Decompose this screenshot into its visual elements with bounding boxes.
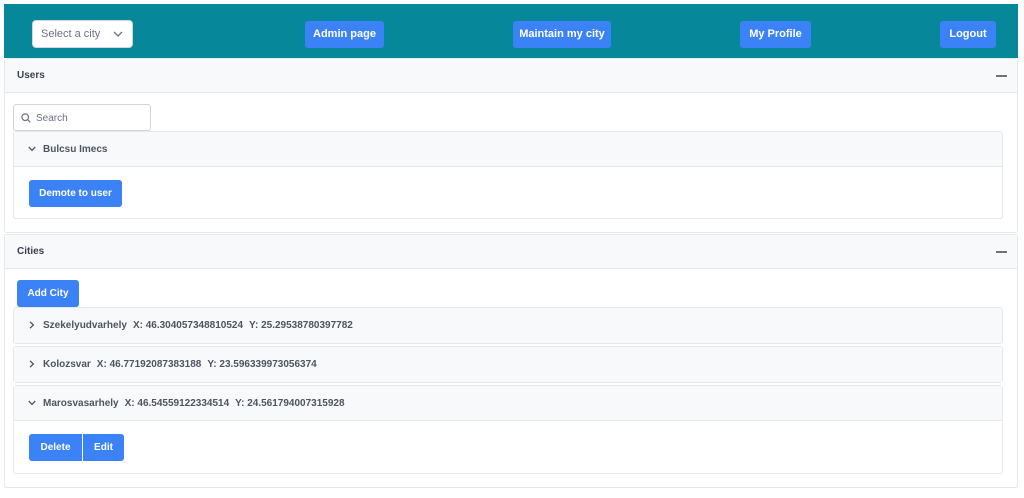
cities-panel-header[interactable]: Cities [5, 235, 1017, 269]
user-accordion-item: Bulcsu Imecs [13, 131, 1003, 219]
city-accordion-header[interactable]: Marosvasarhely X: 46.54559122334514 Y: 24.… [14, 386, 1002, 421]
city-name: Kolozsvar [43, 359, 91, 370]
search-input[interactable] [36, 109, 146, 127]
collapse-minus-icon[interactable] [996, 75, 1007, 77]
chevron-down-icon [28, 400, 36, 406]
collapse-minus-icon[interactable] [996, 251, 1007, 253]
city-accordion-item: Kolozsvar X: 46.77192087383188 Y: 23.59633… [13, 346, 1003, 383]
city-accordion-item: Marosvasarhely X: 46.54559122334514 Y: 24.… [13, 385, 1003, 474]
chevron-down-icon [28, 146, 36, 152]
city-name: Marosvasarhely [43, 398, 119, 409]
city-y-coordinate: Y: 24.561794007315928 [235, 398, 345, 409]
maintain-city-button[interactable]: Maintain my city [513, 21, 611, 48]
city-label: Szekelyudvarhely X: 46.304057348810524 Y: … [43, 320, 353, 331]
users-panel-title: Users [17, 70, 45, 81]
city-accordion-header[interactable]: Szekelyudvarhely X: 46.304057348810524 Y: … [14, 308, 1002, 343]
admin-page-button[interactable]: Admin page [305, 21, 384, 48]
city-select-placeholder: Select a city [41, 28, 101, 40]
city-x-coordinate: X: 46.54559122334514 [124, 398, 230, 409]
top-nav-bar: Select a city Admin page Maintain my cit… [4, 4, 1018, 58]
city-select[interactable]: Select a city [32, 20, 133, 48]
chevron-down-icon [113, 31, 123, 37]
demote-to-user-button[interactable]: Demote to user [29, 180, 122, 207]
city-label: Kolozsvar X: 46.77192087383188 Y: 23.59633… [43, 359, 317, 370]
logout-button[interactable]: Logout [940, 21, 996, 48]
city-name: Szekelyudvarhely [43, 320, 127, 331]
user-accordion-header[interactable]: Bulcsu Imecs [14, 132, 1002, 167]
search-icon [21, 113, 31, 123]
city-x-coordinate: X: 46.304057348810524 [132, 320, 244, 331]
chevron-right-icon [29, 321, 35, 329]
my-profile-button[interactable]: My Profile [740, 21, 811, 48]
edit-city-button[interactable]: Edit [83, 434, 124, 461]
cities-panel-title: Cities [17, 246, 45, 257]
delete-city-button[interactable]: Delete [29, 434, 82, 461]
user-search-box [13, 104, 151, 131]
add-city-button[interactable]: Add City [17, 280, 79, 307]
city-y-coordinate: Y: 23.596339973056374 [207, 359, 317, 370]
city-x-coordinate: X: 46.77192087383188 [96, 359, 202, 370]
chevron-right-icon [29, 360, 35, 368]
city-label: Marosvasarhely X: 46.54559122334514 Y: 24.… [43, 398, 345, 409]
city-accordion-header[interactable]: Kolozsvar X: 46.77192087383188 Y: 23.59633… [14, 347, 1002, 382]
user-name: Bulcsu Imecs [43, 144, 108, 155]
users-panel-header[interactable]: Users [5, 59, 1017, 93]
city-accordion-item: Szekelyudvarhely X: 46.304057348810524 Y: … [13, 307, 1003, 344]
city-y-coordinate: Y: 25.29538780397782 [249, 320, 353, 331]
